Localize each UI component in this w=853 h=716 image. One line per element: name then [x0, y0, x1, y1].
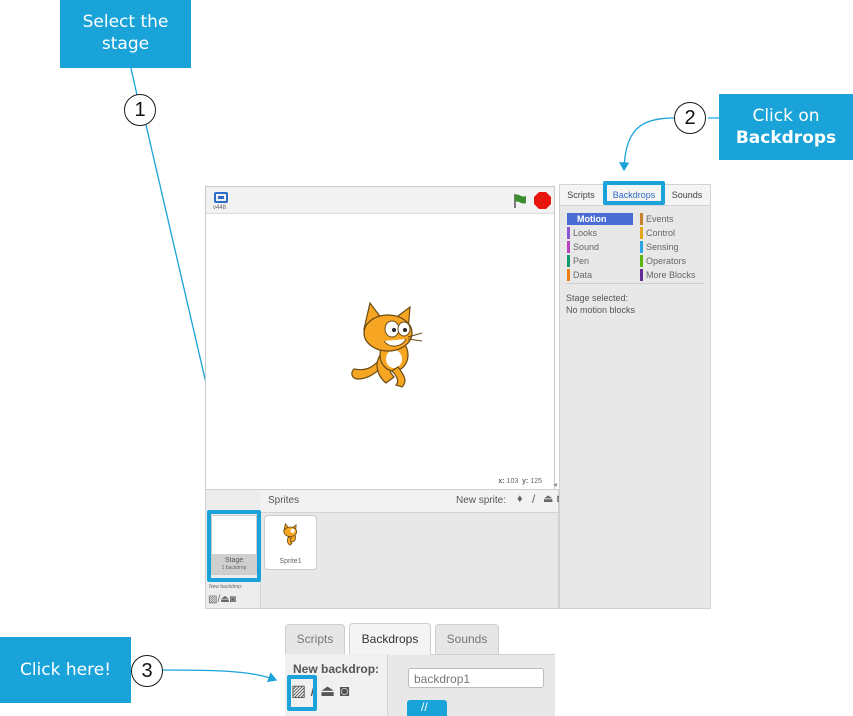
new-backdrop-label: New backdrop:: [209, 584, 243, 590]
slash-icon: //: [421, 700, 428, 714]
green-flag-icon[interactable]: [512, 193, 528, 209]
brush-icon[interactable]: /: [532, 492, 535, 506]
tab-label: Scripts: [296, 632, 334, 646]
upload-icon[interactable]: ⏏: [220, 594, 229, 605]
step-number-1: 1: [124, 94, 156, 126]
callout-text: Click here!: [19, 660, 112, 680]
mouse-coordinates: x: 103 y: 125: [498, 478, 542, 485]
new-sprite-label: New sprite:: [456, 495, 507, 506]
x-value: 103: [506, 478, 519, 485]
category-control[interactable]: Control: [640, 227, 675, 239]
y-value: 125: [530, 478, 542, 485]
category-label: Events: [646, 214, 674, 224]
zoom-new-backdrop-label: New backdrop:: [293, 662, 380, 676]
category-sensing[interactable]: Sensing: [640, 241, 679, 253]
category-pen[interactable]: Pen: [567, 255, 589, 267]
category-events[interactable]: Events: [640, 213, 674, 225]
tab-label: Sounds: [446, 632, 488, 646]
sprite-name: Sprite1: [279, 558, 302, 565]
camera-icon[interactable]: ◙: [230, 594, 236, 605]
callout-click-here: Click here!: [0, 637, 131, 703]
category-looks[interactable]: Looks: [567, 227, 597, 239]
new-backdrop-icons: ▨/⏏◙: [208, 594, 236, 605]
category-sound[interactable]: Sound: [567, 241, 599, 253]
y-label: y:: [522, 478, 529, 485]
camera-icon[interactable]: ◙: [340, 683, 350, 700]
x-label: x:: [498, 478, 505, 485]
image-library-highlight: [287, 675, 317, 711]
zoom-tab-sounds[interactable]: Sounds: [435, 624, 499, 654]
palette-message: Stage selected: No motion blocks: [566, 292, 635, 316]
step-number-2: 2: [674, 102, 706, 134]
cat-sprite-icon[interactable]: [342, 299, 432, 391]
version-label: v448: [213, 205, 227, 211]
stage-header: v448: [206, 187, 554, 214]
tab-sounds[interactable]: Sounds: [666, 187, 708, 203]
blocks-palette: Scripts Backdrops Sounds Motion Looks So…: [559, 184, 711, 609]
callout-line: Backdrops: [735, 128, 837, 148]
backdrops-tab-highlight: [603, 181, 665, 205]
paint-icon[interactable]: ♦: [517, 493, 523, 505]
stage-resize-handle[interactable]: ◂: [553, 480, 557, 489]
message-line: No motion blocks: [566, 305, 636, 315]
sprites-title: Sprites: [268, 495, 300, 506]
category-label: Data: [573, 270, 593, 280]
callout-line: Select the: [82, 12, 169, 32]
category-motion[interactable]: Motion: [567, 213, 633, 225]
category-label: Motion: [577, 214, 607, 224]
zoom-tab-scripts[interactable]: Scripts: [285, 624, 345, 654]
zoom-tab-backdrops[interactable]: Backdrops: [349, 623, 431, 655]
stop-icon[interactable]: [534, 192, 551, 209]
callout-line: Click on: [752, 106, 820, 126]
cat-thumbnail-icon: [283, 522, 298, 546]
category-label: Sound: [573, 242, 600, 252]
palette-divider: [566, 283, 704, 284]
color-button[interactable]: //: [407, 700, 447, 716]
upload-icon[interactable]: ⏏: [320, 683, 335, 700]
callout-line: stage: [101, 34, 150, 54]
category-label: Control: [646, 228, 676, 238]
sprites-header: Sprites New sprite: ♦ / ⏏ ◙: [260, 490, 564, 513]
callout-select-stage: Select the stage: [60, 0, 191, 68]
category-label: Looks: [573, 228, 598, 238]
stage-highlight: [207, 510, 261, 582]
callout-click-backdrops: Click on Backdrops: [719, 94, 853, 160]
stage-window: v448 x: 103 y: 125: [205, 186, 555, 490]
tab-label: Backdrops: [361, 632, 419, 646]
category-more-blocks[interactable]: More Blocks: [640, 269, 716, 281]
backdrop-name-field[interactable]: backdrop1: [408, 668, 544, 688]
category-label: Sensing: [646, 242, 679, 252]
sprite-tile[interactable]: Sprite1: [264, 515, 317, 570]
category-label: More Blocks: [646, 270, 696, 280]
category-label: Pen: [573, 256, 590, 266]
category-data[interactable]: Data: [567, 269, 592, 281]
step-number-3: 3: [131, 655, 163, 687]
fullscreen-icon[interactable]: [214, 192, 228, 203]
category-operators[interactable]: Operators: [640, 255, 686, 267]
category-label: Operators: [646, 256, 687, 266]
upload-icon[interactable]: ⏏: [543, 492, 553, 505]
tab-scripts[interactable]: Scripts: [562, 187, 600, 203]
message-line: Stage selected:: [566, 293, 629, 303]
zoom-panel: Scripts Backdrops Sounds New backdrop: ▨…: [285, 620, 555, 716]
